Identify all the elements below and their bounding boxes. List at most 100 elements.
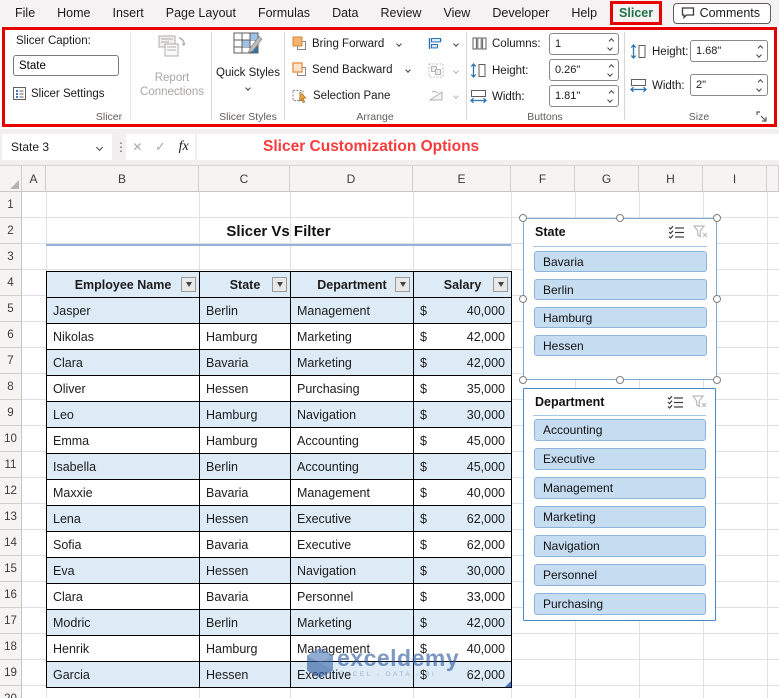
row-header-17[interactable]: 17 (0, 608, 21, 634)
cell-employee-name[interactable]: Henrik (47, 636, 200, 662)
columns-value[interactable]: 1 (550, 38, 602, 50)
tab-developer[interactable]: Developer (481, 0, 560, 26)
slicer-settings-button[interactable]: Slicer Settings (13, 87, 105, 100)
cell-employee-name[interactable]: Lena (47, 506, 200, 532)
dropdown-chevron-icon[interactable] (396, 40, 403, 47)
column-header-f[interactable]: F (511, 166, 575, 191)
row-header-8[interactable]: 8 (0, 374, 21, 400)
row-header-7[interactable]: 7 (0, 348, 21, 374)
cell-department[interactable]: Executive (291, 532, 414, 558)
buttons-height-value[interactable]: 0.26" (550, 64, 602, 76)
row-header-9[interactable]: 9 (0, 400, 21, 426)
tab-insert[interactable]: Insert (102, 0, 155, 26)
cell-state[interactable]: Berlin (200, 298, 291, 324)
column-header-h[interactable]: H (639, 166, 703, 191)
cell-state[interactable]: Hamburg (200, 428, 291, 454)
slicer-caption-input[interactable] (13, 55, 119, 76)
spinner-arrows[interactable] (602, 60, 618, 80)
state-slicer[interactable]: State Bavaria Berlin Hamburg Hessen (519, 214, 721, 384)
spinner-arrows[interactable] (751, 75, 767, 95)
row-header-2[interactable]: 2 (0, 218, 21, 244)
tab-formulas[interactable]: Formulas (247, 0, 321, 26)
cell-salary[interactable]: $30,000 (414, 402, 512, 428)
cell-department[interactable]: Navigation (291, 558, 414, 584)
cell-employee-name[interactable]: Leo (47, 402, 200, 428)
spinner-arrows[interactable] (751, 41, 767, 61)
cell-salary[interactable]: $42,000 (414, 350, 512, 376)
dropdown-chevron-icon[interactable] (453, 40, 459, 47)
cell-state[interactable]: Hamburg (200, 636, 291, 662)
row-header-10[interactable]: 10 (0, 426, 21, 452)
cell-department[interactable]: Personnel (291, 584, 414, 610)
cell-salary[interactable]: $33,000 (414, 584, 512, 610)
cell-employee-name[interactable]: Emma (47, 428, 200, 454)
cell-department[interactable]: Management (291, 480, 414, 506)
filter-dropdown-button[interactable] (272, 277, 287, 292)
cell-state[interactable]: Bavaria (200, 350, 291, 376)
cell-salary[interactable]: $45,000 (414, 454, 512, 480)
cell-employee-name[interactable]: Eva (47, 558, 200, 584)
cell-department[interactable]: Marketing (291, 324, 414, 350)
filter-dropdown-button[interactable] (181, 277, 196, 292)
cell-salary[interactable]: $40,000 (414, 298, 512, 324)
row-header-14[interactable]: 14 (0, 530, 21, 556)
row-header-6[interactable]: 6 (0, 322, 21, 348)
column-header-g[interactable]: G (575, 166, 639, 191)
cell-state[interactable]: Hamburg (200, 402, 291, 428)
row-header-20[interactable]: 20 (0, 686, 21, 698)
slicer-item-marketing[interactable]: Marketing (534, 506, 706, 528)
dropdown-chevron-icon[interactable] (404, 66, 411, 73)
slicer-item-hessen[interactable]: Hessen (534, 335, 707, 356)
cell-salary[interactable]: $62,000 (414, 662, 512, 688)
cell-employee-name[interactable]: Jasper (47, 298, 200, 324)
resize-handle[interactable] (713, 295, 721, 303)
cell-employee-name[interactable]: Nikolas (47, 324, 200, 350)
cell-salary[interactable]: $62,000 (414, 506, 512, 532)
cell-state[interactable]: Hessen (200, 506, 291, 532)
row-header-1[interactable]: 1 (0, 192, 21, 218)
cell-department[interactable]: Accounting (291, 428, 414, 454)
tab-view[interactable]: View (432, 0, 481, 26)
comments-button[interactable]: Comments (672, 2, 771, 24)
cell-employee-name[interactable]: Isabella (47, 454, 200, 480)
column-header-e[interactable]: E (413, 166, 511, 191)
slicer-item-executive[interactable]: Executive (534, 448, 706, 470)
cell-department[interactable]: Accounting (291, 454, 414, 480)
resize-handle[interactable] (616, 376, 624, 384)
cell-state[interactable]: Bavaria (200, 480, 291, 506)
spinner-arrows[interactable] (602, 34, 618, 54)
cell-salary[interactable]: $45,000 (414, 428, 512, 454)
cell-state[interactable]: Berlin (200, 610, 291, 636)
size-width-spinner[interactable]: 2" (690, 74, 768, 96)
cell-salary[interactable]: $42,000 (414, 610, 512, 636)
tab-help[interactable]: Help (560, 0, 608, 26)
column-header-c[interactable]: C (199, 166, 290, 191)
slicer-item-navigation[interactable]: Navigation (534, 535, 706, 557)
cell-department[interactable]: Purchasing (291, 376, 414, 402)
bring-forward-button[interactable]: Bring Forward (292, 36, 403, 51)
buttons-width-value[interactable]: 1.81" (550, 90, 602, 102)
resize-handle[interactable] (519, 376, 527, 384)
slicer-item-bavaria[interactable]: Bavaria (534, 251, 707, 272)
row-header-19[interactable]: 19 (0, 660, 21, 686)
name-box-chevron-icon[interactable] (95, 143, 104, 151)
cell-department[interactable]: Management (291, 636, 414, 662)
slicer-item-purchasing[interactable]: Purchasing (534, 593, 706, 615)
row-header-11[interactable]: 11 (0, 452, 21, 478)
cell-salary[interactable]: $30,000 (414, 558, 512, 584)
cell-state[interactable]: Hessen (200, 662, 291, 688)
slicer-item-personnel[interactable]: Personnel (534, 564, 706, 586)
resize-handle[interactable] (713, 376, 721, 384)
select-all-corner[interactable] (0, 166, 22, 191)
cell-salary[interactable]: $40,000 (414, 636, 512, 662)
resize-handle[interactable] (519, 295, 527, 303)
tab-review[interactable]: Review (369, 0, 432, 26)
tab-slicer[interactable]: Slicer (610, 1, 663, 25)
cell-state[interactable]: Berlin (200, 454, 291, 480)
cell-employee-name[interactable]: Clara (47, 584, 200, 610)
cell-department[interactable]: Marketing (291, 350, 414, 376)
cell-department[interactable]: Marketing (291, 610, 414, 636)
cell-state[interactable]: Bavaria (200, 532, 291, 558)
size-width-value[interactable]: 2" (691, 79, 751, 91)
cell-department[interactable]: Executive (291, 662, 414, 688)
